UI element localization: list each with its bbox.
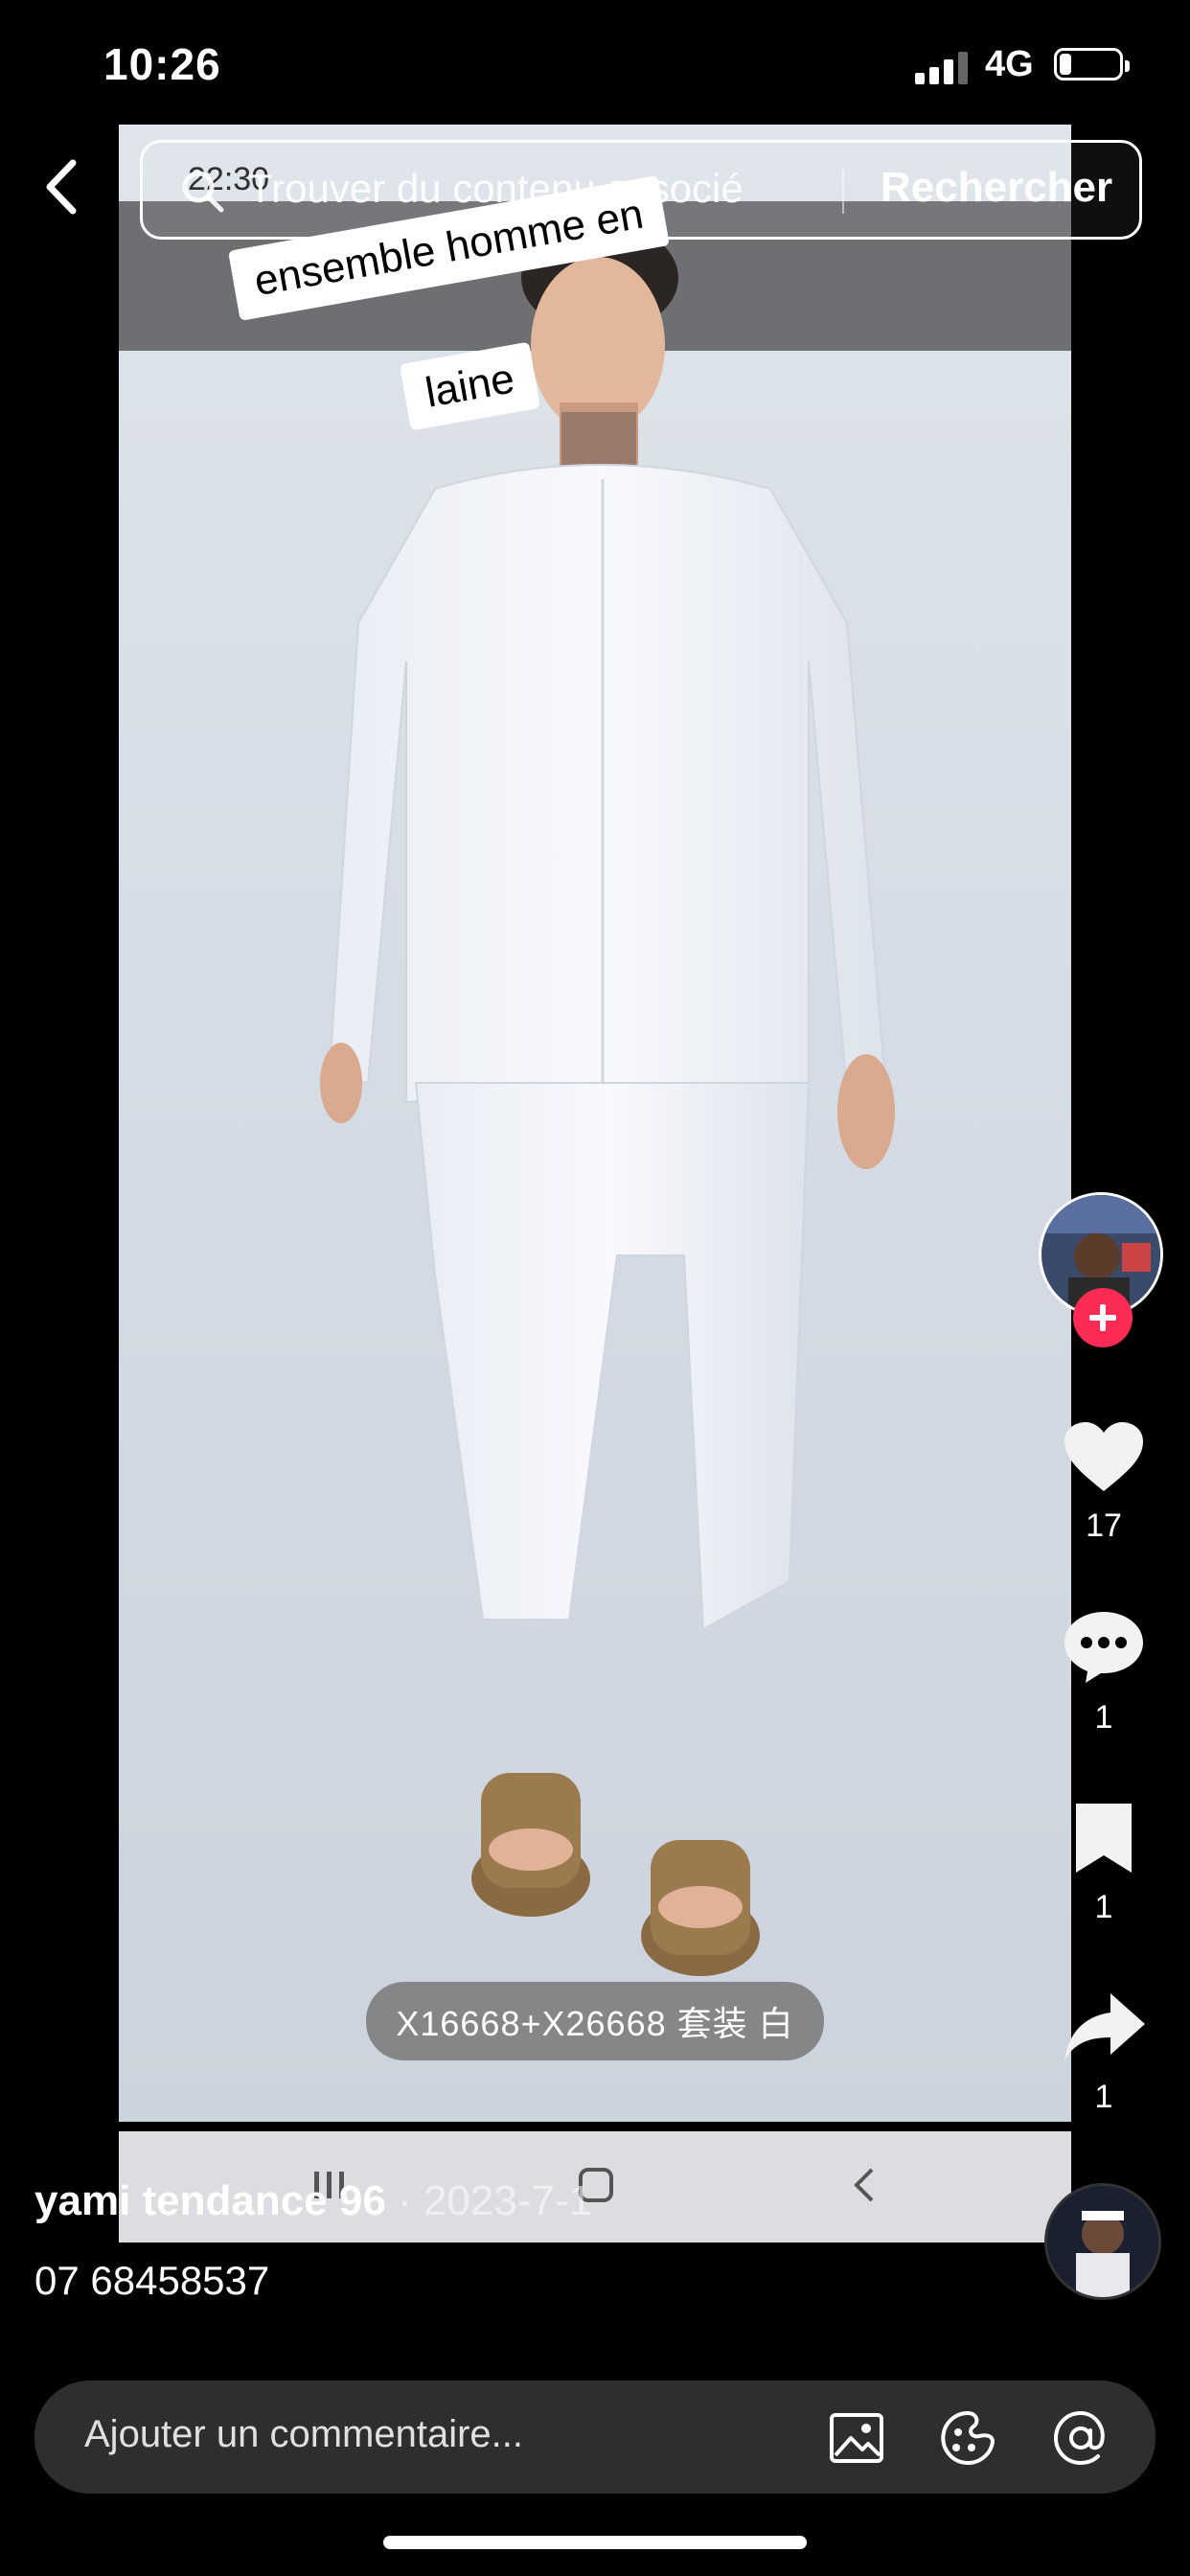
heart-icon: [1064, 1422, 1143, 1491]
comment-icon: [1064, 1612, 1143, 1683]
product-label: X16668+X26668 套装 白: [366, 1982, 824, 2060]
comment-button[interactable]: 1: [1054, 1606, 1154, 1736]
save-count: 1: [1094, 1889, 1113, 1925]
author-name[interactable]: yami tendance 96: [34, 2177, 386, 2224]
home-indicator: [383, 2536, 807, 2549]
like-button[interactable]: 17: [1054, 1418, 1154, 1545]
emoji-icon[interactable]: [939, 2409, 996, 2467]
comment-count: 1: [1094, 1699, 1113, 1736]
follow-button[interactable]: [1073, 1288, 1133, 1347]
search-button[interactable]: Rechercher: [881, 164, 1112, 212]
plus-icon: [1089, 1304, 1116, 1331]
status-time: 10:26: [103, 39, 221, 89]
back-chevron-icon: [854, 2168, 874, 2202]
comment-input-bar[interactable]: Ajouter un commentaire...: [34, 2380, 1156, 2494]
search-icon: [182, 171, 224, 213]
signal-icon: [915, 52, 971, 84]
like-count: 17: [1086, 1507, 1122, 1544]
bookmark-icon: [1076, 1804, 1132, 1873]
search-divider: [842, 168, 844, 214]
share-button[interactable]: 1: [1054, 1990, 1154, 2116]
video-caption: 07 68458537: [34, 2258, 270, 2303]
battery-icon: [1054, 48, 1130, 80]
music-cover-image: [1047, 2186, 1158, 2297]
post-date: · 2023-7-1: [385, 2177, 593, 2224]
share-icon: [1064, 1993, 1145, 2060]
share-count: 1: [1094, 2079, 1113, 2115]
product-model-image: [320, 222, 895, 1976]
back-button[interactable]: [34, 153, 92, 220]
author-info[interactable]: yami tendance 96 · 2023-7-1: [34, 2177, 592, 2225]
save-button[interactable]: 1: [1054, 1800, 1154, 1926]
image-icon[interactable]: [828, 2409, 885, 2467]
mention-icon[interactable]: [1052, 2409, 1110, 2467]
network-type: 4G: [985, 44, 1034, 84]
comment-input[interactable]: Ajouter un commentaire...: [84, 2413, 523, 2456]
music-disc[interactable]: [1044, 2183, 1161, 2300]
